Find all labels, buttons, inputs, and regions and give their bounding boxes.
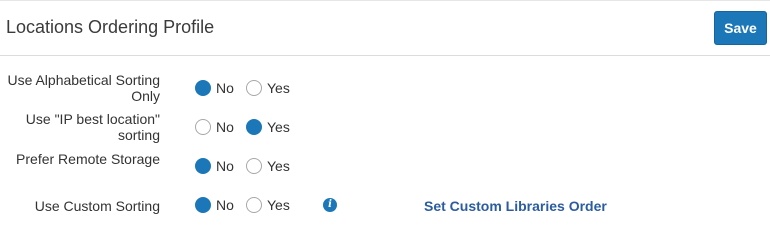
alphabetical-sorting-no-radio[interactable]: No bbox=[195, 80, 234, 96]
radio-label: No bbox=[216, 197, 234, 213]
custom-sorting-label: Use Custom Sorting bbox=[34, 198, 160, 214]
alphabetical-sorting-yes-radio[interactable]: Yes bbox=[246, 80, 290, 96]
radio-label: Yes bbox=[267, 80, 290, 96]
radio-unchecked-icon bbox=[195, 119, 211, 135]
radio-checked-icon bbox=[195, 197, 211, 213]
radio-label: Yes bbox=[267, 158, 290, 174]
locations-ordering-profile-page: Locations Ordering Profile Save Use Alph… bbox=[0, 0, 770, 242]
radio-label: No bbox=[216, 119, 234, 135]
radio-label: Yes bbox=[267, 119, 290, 135]
radio-checked-icon bbox=[195, 158, 211, 174]
radio-label: No bbox=[216, 158, 234, 174]
radio-label: Yes bbox=[267, 197, 290, 213]
radio-checked-icon bbox=[195, 80, 211, 96]
prefer-remote-storage-yes-radio[interactable]: Yes bbox=[246, 158, 290, 174]
ip-best-location-yes-radio[interactable]: Yes bbox=[246, 119, 290, 135]
radio-unchecked-icon bbox=[246, 80, 262, 96]
page-header: Locations Ordering Profile Save bbox=[0, 0, 770, 56]
alphabetical-sorting-label: Use Alphabetical Sorting Only bbox=[7, 72, 160, 104]
custom-sorting-no-radio[interactable]: No bbox=[195, 197, 234, 213]
set-custom-libraries-order-link[interactable]: Set Custom Libraries Order bbox=[424, 198, 607, 214]
radio-unchecked-icon bbox=[246, 158, 262, 174]
save-button[interactable]: Save bbox=[714, 11, 767, 45]
info-icon[interactable]: i bbox=[323, 198, 337, 212]
radio-label: No bbox=[216, 80, 234, 96]
prefer-remote-storage-label: Prefer Remote Storage bbox=[16, 151, 160, 167]
prefer-remote-storage-no-radio[interactable]: No bbox=[195, 158, 234, 174]
page-title: Locations Ordering Profile bbox=[6, 17, 215, 37]
radio-unchecked-icon bbox=[246, 197, 262, 213]
custom-sorting-yes-radio[interactable]: Yes bbox=[246, 197, 290, 213]
ip-best-location-label: Use "IP best location" sorting bbox=[25, 111, 160, 143]
ip-best-location-no-radio[interactable]: No bbox=[195, 119, 234, 135]
radio-checked-icon bbox=[246, 119, 262, 135]
